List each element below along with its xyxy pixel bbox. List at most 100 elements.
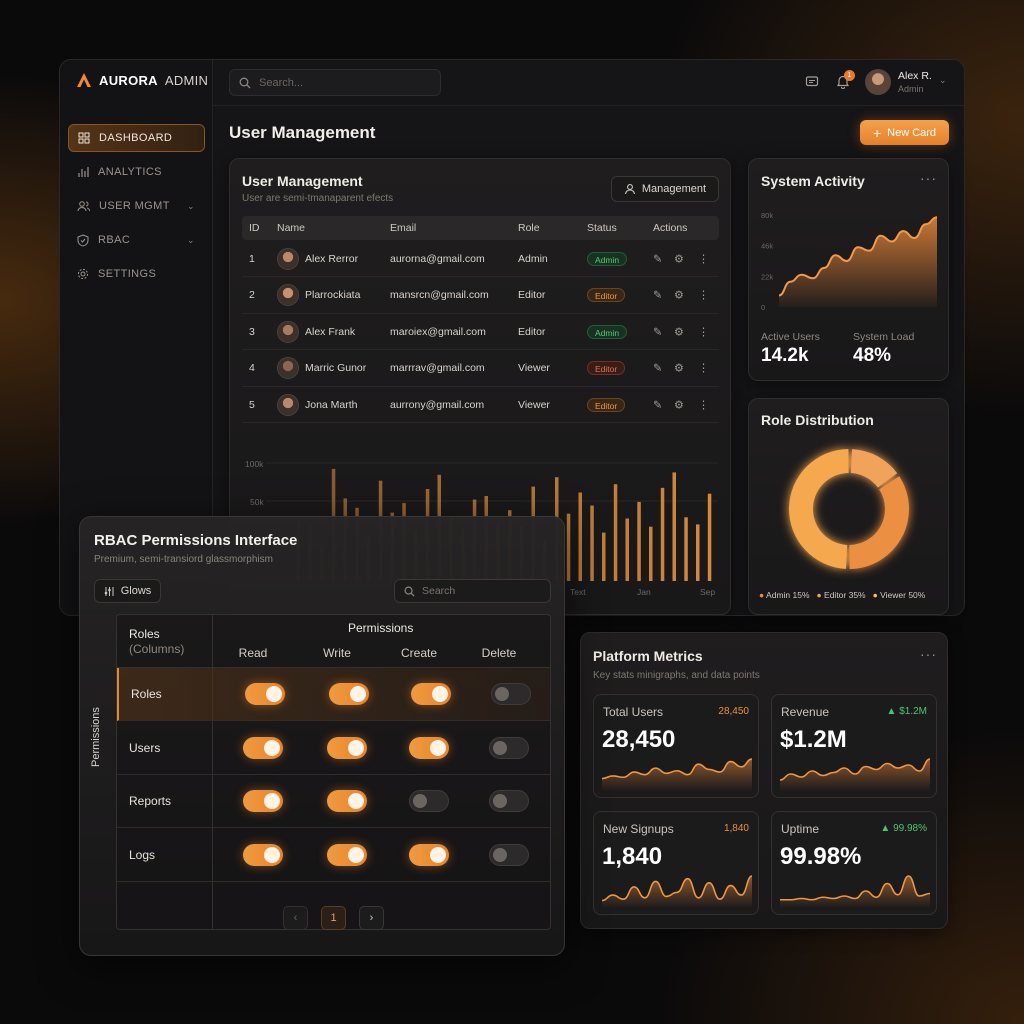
toggle-users-create[interactable]	[409, 736, 449, 759]
settings-icon[interactable]: ⚙	[674, 398, 684, 411]
kpi-card-new-signups[interactable]: New Signups 1,840 1,840	[593, 811, 759, 915]
edit-icon[interactable]: ✎	[653, 289, 662, 302]
table-row[interactable]: 1 Alex Rerror aurorna@gmail.com Admin Ad…	[242, 241, 719, 277]
status-badge: Editor	[587, 361, 626, 375]
toggle-users-write[interactable]	[327, 736, 367, 759]
sidebar-item-user-mgmt[interactable]: USER MGMT ⌄	[68, 192, 205, 220]
more-options-icon[interactable]: ···	[920, 170, 937, 186]
y-tick-label: 0	[761, 303, 765, 312]
kpi-value: $1.2M	[780, 726, 847, 753]
row-role: Viewer	[518, 362, 550, 374]
kpi-value: 28,450	[602, 726, 676, 753]
more-options-icon[interactable]: ⋮	[698, 289, 709, 302]
chevron-down-icon[interactable]: ⌄	[187, 235, 195, 246]
toggle-logs-read[interactable]	[243, 843, 283, 866]
chevron-down-icon[interactable]: ⌄	[939, 75, 947, 86]
toggle-logs-delete[interactable]	[489, 843, 529, 866]
donut-slice	[788, 449, 849, 569]
toggle-roles-create[interactable]	[411, 683, 451, 705]
more-options-icon[interactable]: ···	[920, 646, 937, 662]
toggle-roles-read[interactable]	[245, 683, 285, 705]
brand-suffix: ADMIN	[164, 72, 209, 88]
user-avatar[interactable]	[865, 69, 891, 95]
toggle-reports-write[interactable]	[327, 790, 367, 812]
perm-col-read: Read	[238, 646, 268, 660]
glows-button[interactable]: Glows	[94, 579, 161, 603]
sidebar-item-label: RBAC	[98, 234, 131, 246]
user-card-title: User Management	[242, 173, 363, 189]
rbac-subtitle: Premium, semi-transiord glassmorphism	[94, 554, 273, 565]
toggle-users-read[interactable]	[243, 736, 283, 759]
settings-icon[interactable]: ⚙	[674, 252, 684, 265]
x-tick-label: Text	[570, 587, 586, 597]
toggle-users-delete[interactable]	[489, 736, 529, 759]
page-title: User Management	[229, 123, 376, 142]
sidebar-item-analytics[interactable]: ANALYTICS	[68, 158, 205, 186]
toggle-reports-read[interactable]	[243, 790, 283, 812]
next-page-button[interactable]: ›	[359, 906, 384, 930]
toggle-logs-write[interactable]	[327, 843, 367, 866]
settings-icon[interactable]: ⚙	[674, 325, 684, 338]
search-input[interactable]: Search...	[229, 69, 441, 96]
platform-metrics-card: Platform Metrics Key stats minigraphs, a…	[580, 632, 948, 929]
table-row[interactable]: 5 Jona Marth aurrony@gmail.com Viewer Ed…	[242, 387, 719, 423]
table-header: ID Name Email Role Status Actions	[242, 216, 719, 240]
roles-header-sub: (Columns)	[129, 642, 185, 656]
sidebar-item-settings[interactable]: SETTINGS	[68, 260, 205, 288]
kpi-card-uptime[interactable]: Uptime 99.98% ▲ 99.98%	[771, 811, 937, 915]
metrics-title: Platform Metrics	[593, 648, 703, 664]
bar	[613, 484, 618, 581]
kpi-label: Total Users	[603, 705, 664, 719]
kpi-card-total-users[interactable]: Total Users 28,450 28,450	[593, 694, 759, 798]
plus-icon: +	[872, 124, 882, 141]
new-card-button[interactable]: + New Card	[860, 120, 949, 145]
prev-page-button[interactable]: ‹	[283, 906, 308, 930]
toggle-roles-delete[interactable]	[491, 683, 531, 705]
status-badge: Editor	[587, 397, 626, 412]
toggle-logs-create[interactable]	[409, 843, 449, 866]
management-button[interactable]: Management	[611, 176, 719, 202]
rbac-search-input[interactable]: Search	[394, 579, 551, 603]
more-options-icon[interactable]: ⋮	[698, 252, 709, 265]
row-name: Plarrockiata	[305, 289, 361, 301]
table-row[interactable]: 2 Plarrockiata mansrcn@gmail.com Editor …	[242, 278, 719, 314]
row-role: Admin	[518, 252, 548, 265]
more-options-icon[interactable]: ⋮	[698, 362, 709, 375]
sidebar-item-dashboard[interactable]: DASHBOARD	[68, 124, 205, 152]
toggle-reports-delete[interactable]	[489, 790, 529, 812]
perm-row-label: Roles	[131, 687, 162, 701]
perm-row-reports: Reports	[117, 775, 550, 828]
message-icon[interactable]	[805, 75, 819, 89]
bar	[707, 493, 712, 581]
brand-logo[interactable]: AURORA ADMIN	[76, 72, 208, 88]
legend-editor: ● Editor 35%	[816, 590, 866, 600]
edit-icon[interactable]: ✎	[653, 398, 662, 411]
settings-icon[interactable]: ⚙	[674, 362, 684, 375]
permissions-table: Roles (Columns) Permissions Read Write Cre…	[116, 614, 551, 930]
perm-row-label: Users	[129, 740, 161, 755]
perm-row-label: Logs	[129, 847, 156, 862]
more-options-icon[interactable]: ⋮	[698, 398, 709, 411]
avatar	[277, 393, 299, 416]
kpi-card-revenue[interactable]: Revenue $1.2M ▲ $1.2M	[771, 694, 937, 798]
bar	[696, 524, 700, 581]
row-email: aurrony@gmail.com	[390, 398, 485, 411]
more-options-icon[interactable]: ⋮	[698, 325, 709, 338]
bar	[590, 505, 594, 581]
toggle-roles-write[interactable]	[329, 683, 369, 705]
chevron-down-icon[interactable]: ⌄	[187, 201, 195, 212]
edit-icon[interactable]: ✎	[653, 252, 662, 265]
legend-viewer: ● Viewer 50%	[872, 590, 926, 600]
settings-icon[interactable]: ⚙	[674, 289, 684, 302]
kpi-side-stat: 28,450	[718, 706, 749, 717]
kpi-label: New Signups	[603, 822, 674, 836]
table-row[interactable]: 4 Marric Gunor marrrav@gmail.com Viewer …	[242, 351, 719, 387]
edit-icon[interactable]: ✎	[653, 325, 662, 338]
sidebar-item-rbac[interactable]: RBAC ⌄	[68, 226, 205, 254]
edit-icon[interactable]: ✎	[653, 362, 662, 375]
system-load-label: System Load	[853, 331, 915, 343]
toggle-reports-create[interactable]	[409, 790, 449, 812]
table-row[interactable]: 3 Alex Frank maroiex@gmail.com Editor Ad…	[242, 314, 719, 350]
page-1-button[interactable]: 1	[321, 906, 346, 930]
row-email: marrrav@gmail.com	[390, 362, 485, 374]
